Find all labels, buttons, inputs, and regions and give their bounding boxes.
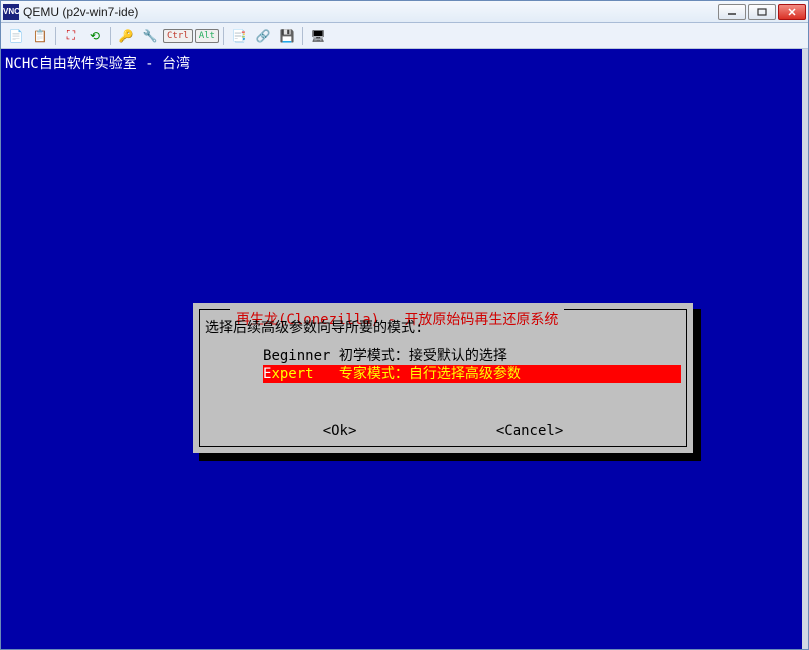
toolbar-divider (55, 27, 56, 45)
window-buttons (718, 4, 806, 20)
qemu-window: VNC QEMU (p2v-win7-ide) 📄 📋 ⛶ ⟲ 🔑 🔧 Ctrl… (0, 0, 809, 650)
toolbar-divider (110, 27, 111, 45)
toolbar-divider (223, 27, 224, 45)
maximize-icon (757, 8, 767, 16)
wrench-icon: 🔧 (143, 29, 158, 43)
toolbar-cad-button[interactable]: 🔧 (139, 26, 161, 46)
dialog-body: 选择后续高级参数向导所要的模式: Beginner 初学模式：接受默认的选择Ex… (205, 317, 681, 383)
display-icon: 🖥 (310, 29, 325, 43)
titlebar[interactable]: VNC QEMU (p2v-win7-ide) (1, 1, 808, 23)
close-button[interactable] (778, 4, 806, 20)
ctrl-key-button[interactable]: Ctrl (163, 29, 193, 43)
file-icon: 📄 (9, 29, 24, 43)
minimize-button[interactable] (718, 4, 746, 20)
ok-button[interactable]: <Ok> (323, 423, 357, 439)
toolbar-new-button[interactable]: 📄 (5, 26, 27, 46)
maximize-button[interactable] (748, 4, 776, 20)
toolbar-copy-button[interactable]: 📑 (228, 26, 250, 46)
app-icon: VNC (3, 4, 19, 20)
window-title: QEMU (p2v-win7-ide) (23, 5, 718, 19)
toolbar-key-button[interactable]: 🔑 (115, 26, 137, 46)
fullscreen-icon: ⛶ (67, 28, 75, 43)
clonezilla-dialog: 再生龙(Clonezilla) - 开放原始码再生还原系统 选择后续高级参数向导… (193, 303, 693, 453)
toolbar-divider (302, 27, 303, 45)
save-icon: 💾 (279, 29, 294, 43)
toolbar-fullscreen-button[interactable]: ⛶ (60, 26, 82, 46)
scrollbar-vertical[interactable] (802, 49, 808, 649)
minimize-icon (727, 8, 737, 16)
console-header-text: NCHC自由软件实验室 - 台湾 (5, 53, 190, 73)
vm-console[interactable]: NCHC自由软件实验室 - 台湾 再生龙(Clonezilla) - 开放原始码… (1, 49, 808, 649)
toolbar-link-button[interactable]: 🔗 (252, 26, 274, 46)
mode-options: Beginner 初学模式：接受默认的选择Expert 专家模式：自行选择高级参… (263, 347, 681, 383)
toolbar-options-button[interactable]: 📋 (29, 26, 51, 46)
dialog-buttons: <Ok> <Cancel> (193, 423, 693, 439)
dialog-prompt: 选择后续高级参数向导所要的模式: (205, 317, 681, 337)
toolbar-save-button[interactable]: 💾 (276, 26, 298, 46)
key-icon: 🔑 (119, 29, 134, 43)
alt-key-button[interactable]: Alt (195, 29, 219, 43)
toolbar: 📄 📋 ⛶ ⟲ 🔑 🔧 Ctrl Alt 📑 🔗 💾 🖥 (1, 23, 808, 49)
cancel-button[interactable]: <Cancel> (496, 423, 563, 439)
toolbar-display-button[interactable]: 🖥 (307, 26, 329, 46)
mode-option-expert[interactable]: Expert 专家模式：自行选择高级参数 (263, 365, 681, 383)
mode-option-beginner[interactable]: Beginner 初学模式：接受默认的选择 (263, 347, 681, 365)
link-icon: 🔗 (255, 29, 270, 43)
close-icon (787, 8, 797, 16)
toolbar-refresh-button[interactable]: ⟲ (84, 26, 106, 46)
refresh-icon: ⟲ (90, 29, 100, 43)
copy-icon: 📑 (231, 29, 246, 43)
clipboard-icon: 📋 (33, 29, 48, 43)
